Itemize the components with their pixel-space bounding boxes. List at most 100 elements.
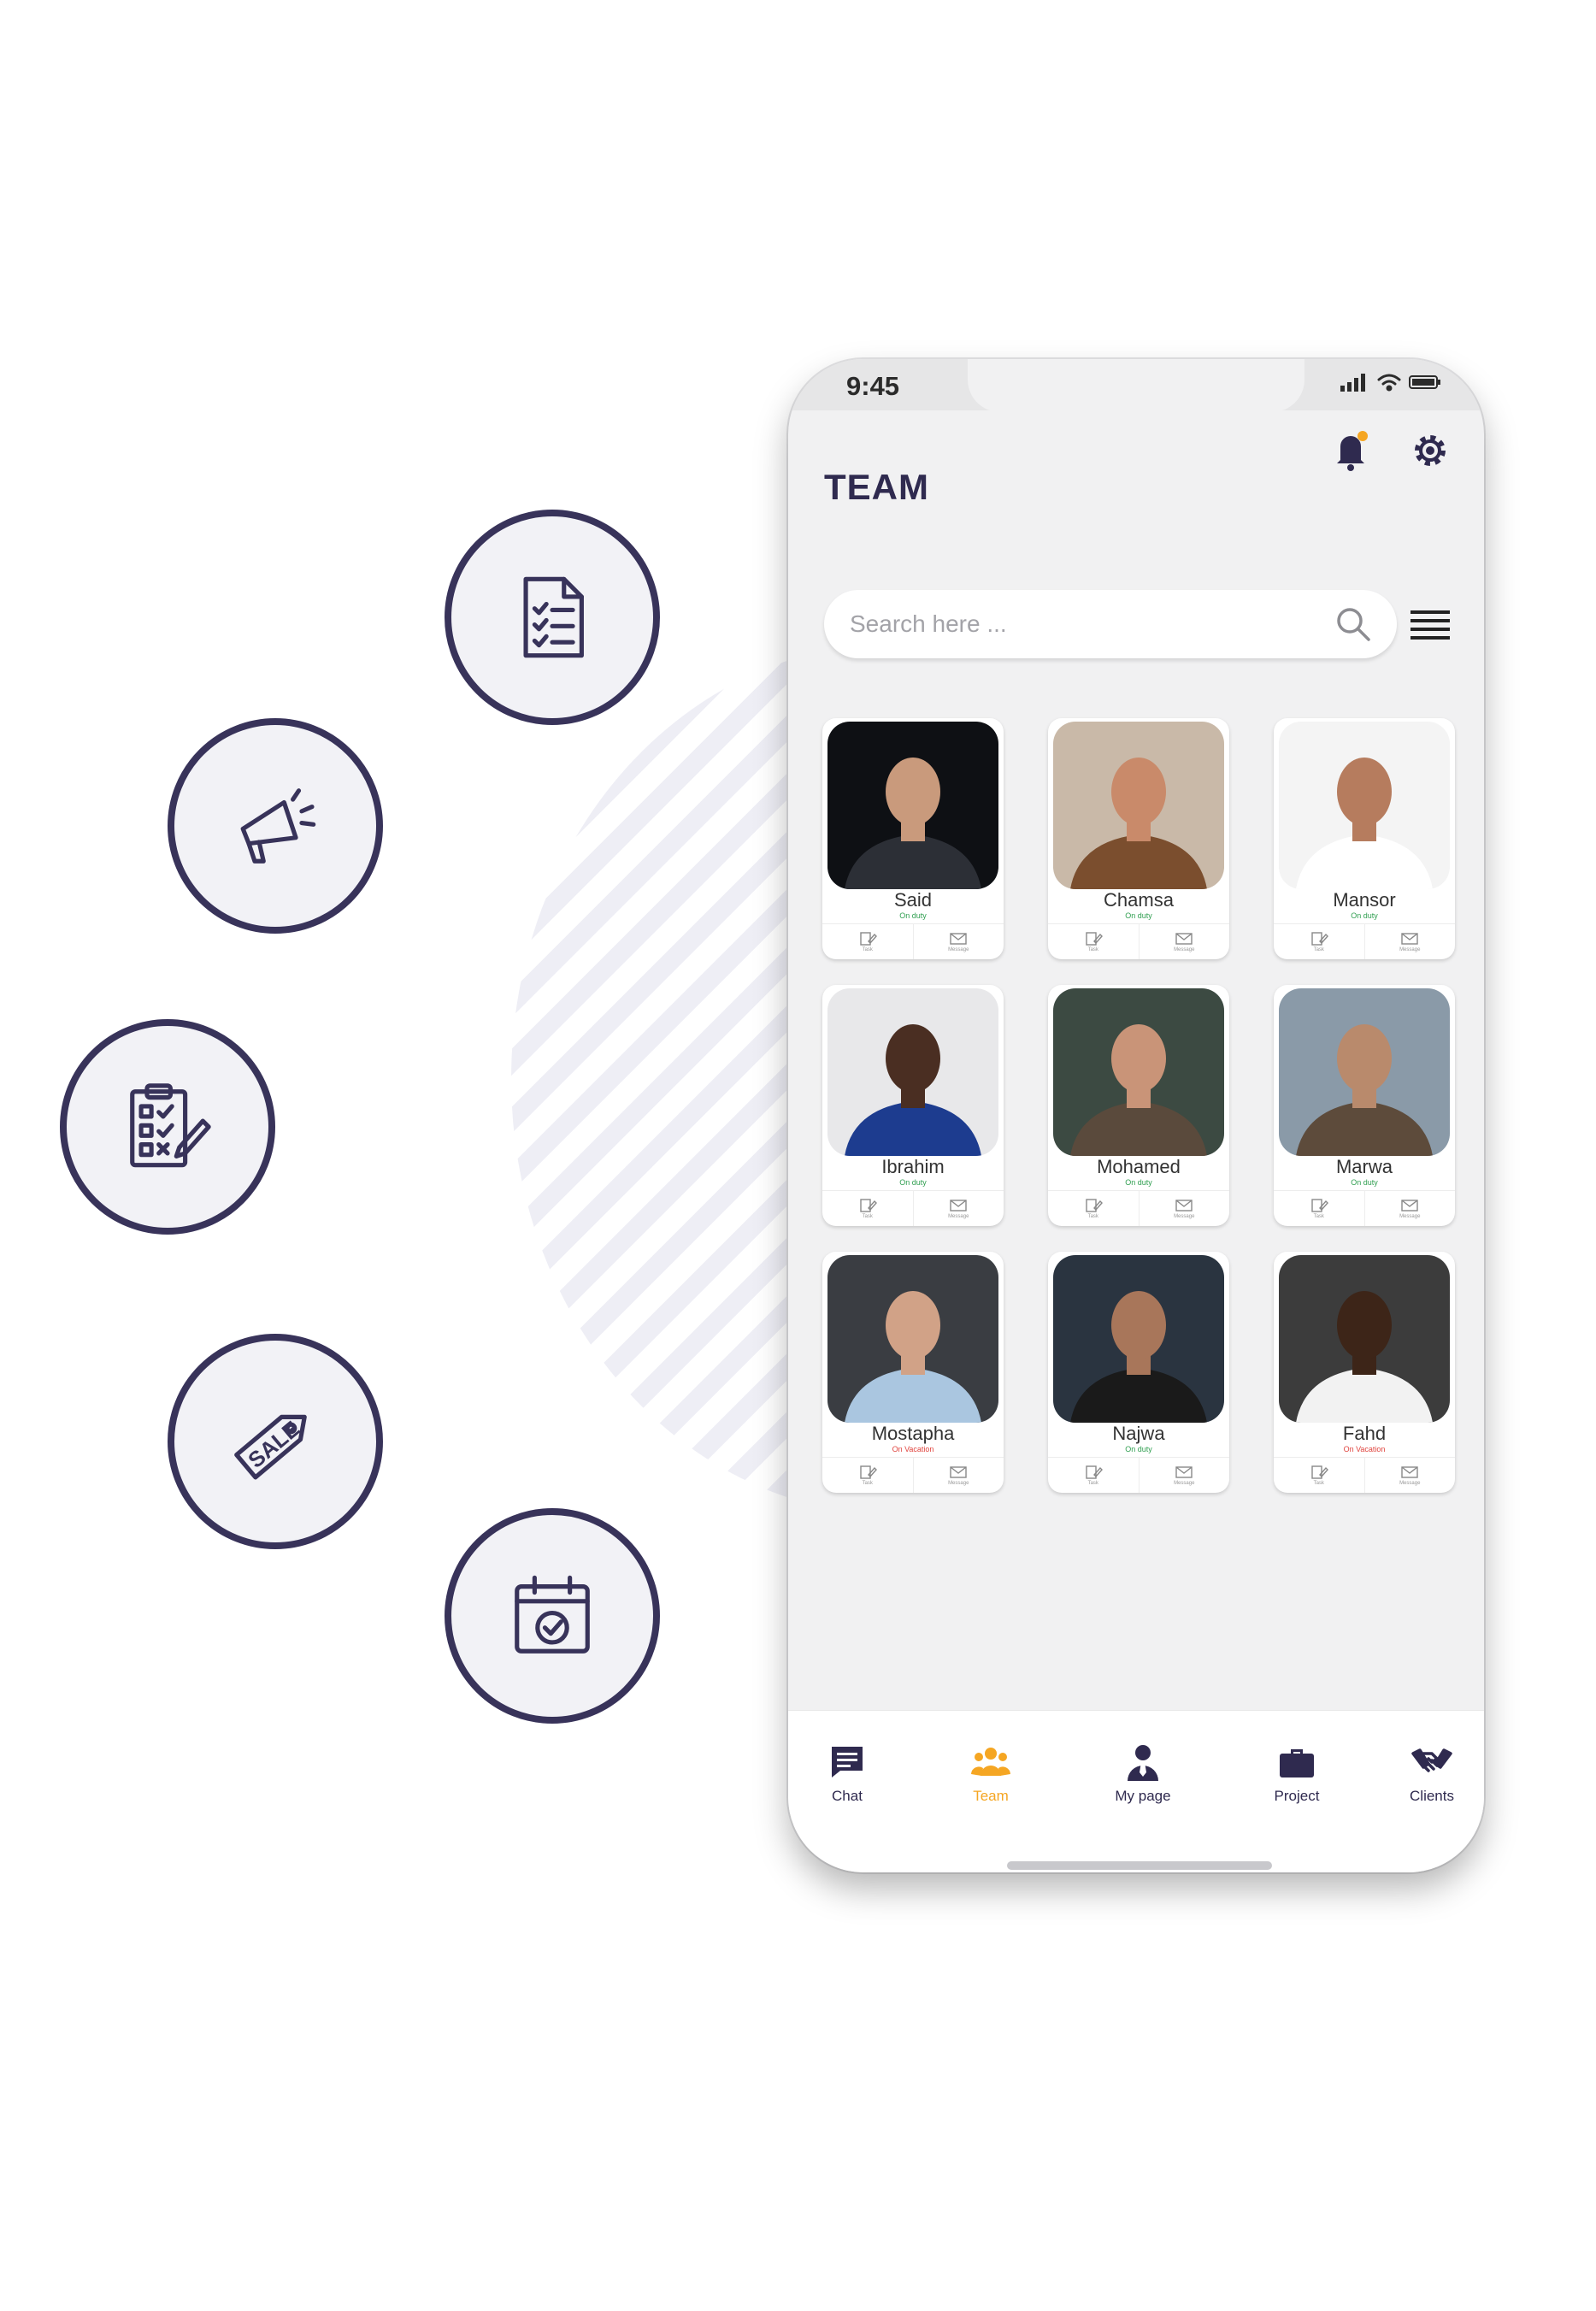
task-label: Task [862,1481,873,1486]
card-actions: Task Message [1274,1190,1455,1226]
tab-project[interactable]: Project [1250,1742,1344,1805]
message-label: Message [1174,947,1195,952]
feature-megaphone [168,718,383,934]
message-label: Message [1174,1214,1195,1219]
tab-label-clients: Clients [1410,1788,1454,1804]
team-member-card[interactable]: Mostapha On Vacation Task Message [822,1252,1004,1493]
task-button[interactable]: Task [1048,924,1140,959]
tab-label-my-page: My page [1115,1788,1171,1804]
task-edit-icon [1086,1199,1103,1212]
feature-calendar-check [445,1508,660,1724]
task-button[interactable]: Task [1274,1458,1365,1493]
card-actions: Task Message [1048,1457,1229,1493]
team-member-card[interactable]: Najwa On duty Task Message [1048,1252,1229,1493]
avatar [1279,1255,1450,1423]
bottom-tab-bar: Chat Team My page Project Clients [788,1710,1484,1872]
phone-frame: 9:45 TEAM Search here ... Said On duty T… [788,359,1484,1872]
card-actions: Task Message [1274,1457,1455,1493]
battery-icon [1409,375,1440,389]
member-name: Mohamed [1097,1156,1181,1177]
card-actions: Task Message [1274,923,1455,959]
search-input[interactable] [848,610,1334,639]
clipboard-checklist-icon [130,1083,211,1168]
message-button[interactable]: Message [914,1458,1004,1493]
team-member-card[interactable]: Marwa On duty Task Message [1274,985,1455,1226]
task-button[interactable]: Task [822,924,914,959]
avatar [827,722,998,889]
message-label: Message [1399,1214,1421,1219]
member-name: Mostapha [871,1423,955,1444]
member-status: On duty [1351,1178,1378,1187]
member-status: On Vacation [1343,1445,1386,1453]
status-time: 9:45 [846,371,900,401]
message-label: Message [948,1481,969,1486]
member-status: On duty [1125,1178,1152,1187]
notification-bell-icon[interactable] [1334,427,1369,472]
message-button[interactable]: Message [914,924,1004,959]
document-checklist-icon [523,576,584,658]
task-edit-icon [860,1465,877,1479]
search-icon[interactable] [1334,604,1373,644]
task-button[interactable]: Task [822,1191,914,1226]
task-button[interactable]: Task [1274,1191,1365,1226]
message-button[interactable]: Message [1140,1191,1230,1226]
tab-chat[interactable]: Chat [800,1742,894,1805]
task-label: Task [1313,1214,1324,1219]
team-member-card[interactable]: Ibrahim On duty Task Message [822,985,1004,1226]
envelope-icon [1401,933,1418,945]
phone-notch [968,359,1304,412]
member-name: Marwa [1335,1156,1393,1177]
member-status: On duty [899,911,927,920]
task-button[interactable]: Task [1274,924,1365,959]
message-button[interactable]: Message [1365,1191,1456,1226]
message-label: Message [948,947,969,952]
envelope-icon [1401,1466,1418,1478]
envelope-icon [950,933,967,945]
member-status: On duty [1125,1445,1152,1453]
tab-team[interactable]: Team [944,1742,1038,1805]
team-member-card[interactable]: Mohamed On duty Task Message [1048,985,1229,1226]
status-icons [1340,373,1441,392]
message-button[interactable]: Message [1365,924,1456,959]
handshake-icon [1411,1748,1452,1772]
message-button[interactable]: Message [1365,1458,1456,1493]
message-button[interactable]: Message [914,1191,1004,1226]
team-member-card[interactable]: Fahd On Vacation Task Message [1274,1252,1455,1493]
card-actions: Task Message [822,1457,1004,1493]
avatar [1053,722,1224,889]
message-button[interactable]: Message [1140,924,1230,959]
task-label: Task [862,947,873,952]
member-status: On Vacation [892,1445,934,1453]
task-button[interactable]: Task [822,1458,914,1493]
avatar [1279,988,1450,1156]
team-member-card[interactable]: Mansor On duty Task Message [1274,718,1455,959]
tab-clients[interactable]: Clients [1385,1742,1479,1805]
envelope-icon [1175,1466,1193,1478]
task-label: Task [1313,1481,1324,1486]
message-label: Message [1174,1481,1195,1486]
tab-label-team: Team [973,1788,1009,1804]
avatar [1053,988,1224,1156]
feature-sale-tag: SALE [168,1334,383,1549]
tab-my-page[interactable]: My page [1096,1742,1190,1805]
task-edit-icon [1086,932,1103,946]
team-icon [971,1748,1010,1776]
task-label: Task [1087,947,1098,952]
avatar [1279,722,1450,889]
megaphone-icon [240,788,316,864]
team-member-card[interactable]: Said On duty Task Message [822,718,1004,959]
task-button[interactable]: Task [1048,1458,1140,1493]
search-bar[interactable] [824,590,1397,658]
card-actions: Task Message [822,1190,1004,1226]
settings-gear-icon[interactable] [1410,431,1450,470]
task-button[interactable]: Task [1048,1191,1140,1226]
menu-list-icon[interactable] [1410,609,1450,641]
member-status: On duty [899,1178,927,1187]
team-member-card[interactable]: Chamsa On duty Task Message [1048,718,1229,959]
card-actions: Task Message [1048,1190,1229,1226]
tab-label-chat: Chat [832,1788,863,1804]
message-button[interactable]: Message [1140,1458,1230,1493]
task-edit-icon [1311,1199,1328,1212]
signal-icon [1340,374,1365,392]
task-label: Task [1087,1214,1098,1219]
